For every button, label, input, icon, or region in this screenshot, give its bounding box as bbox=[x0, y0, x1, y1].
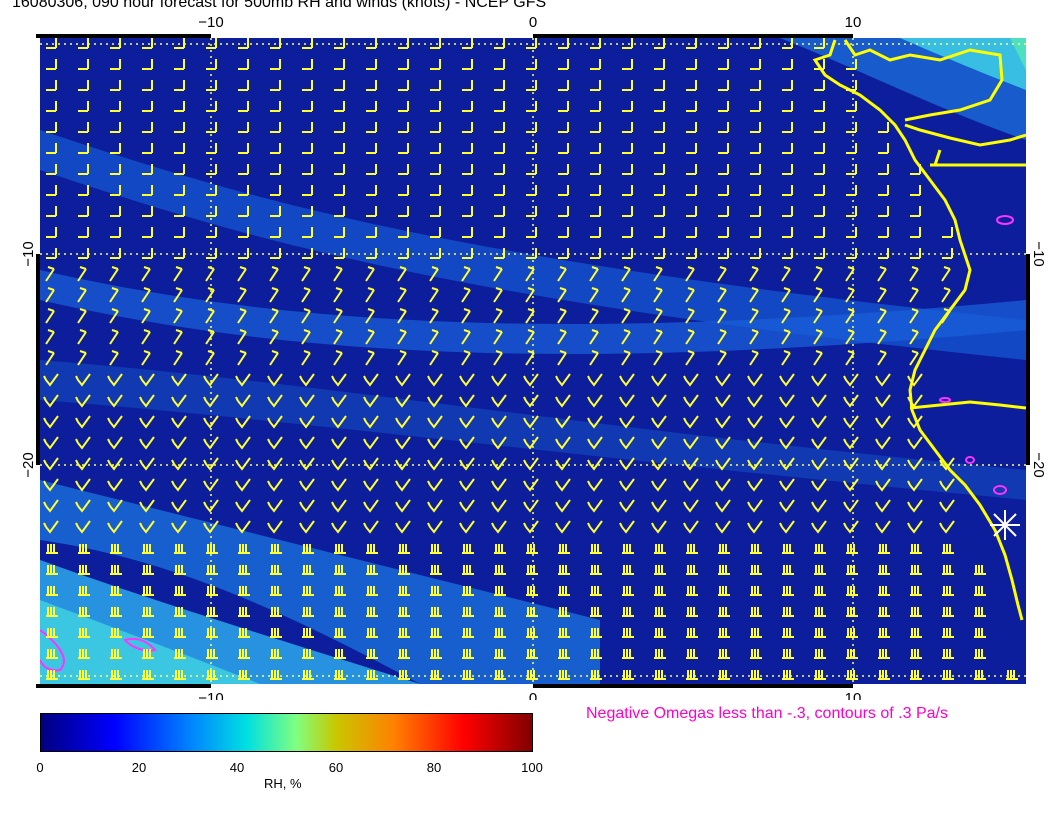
omega-annotation: Negative Omegas less than -.3, contours … bbox=[586, 705, 948, 722]
lon-tick-top-2: 0 bbox=[529, 14, 537, 31]
lon-tick-bottom-1: −10 bbox=[198, 690, 223, 700]
colorbar-tick-20: 20 bbox=[131, 760, 147, 775]
lat-tick-right-2: −20 bbox=[1030, 452, 1047, 477]
colorbar-tick-100: 100 bbox=[521, 760, 543, 775]
lon-tick-bottom-3: 10 bbox=[845, 690, 862, 700]
map-figure: −10 0 10 −10 0 10 −10 −20 −10 −20 bbox=[0, 0, 1056, 707]
map-svg: −10 0 10 −10 0 10 −10 −20 −10 −20 bbox=[20, 14, 1047, 707]
lon-tick-top-3: 10 bbox=[845, 14, 862, 31]
lon-tick-bottom-2: 0 bbox=[529, 690, 537, 700]
colorbar-label: RH, % bbox=[264, 776, 302, 791]
star-cross-icon bbox=[990, 510, 1020, 540]
lon-tick-top-1: −10 bbox=[198, 14, 223, 31]
colorbar-tick-60: 60 bbox=[328, 760, 344, 775]
rh-field bbox=[40, 38, 1026, 684]
lat-tick-left-2: −20 bbox=[20, 452, 37, 477]
colorbar-tick-80: 80 bbox=[426, 760, 442, 775]
colorbar-tick-0: 0 bbox=[36, 760, 44, 775]
lat-tick-left-1: −10 bbox=[20, 241, 37, 266]
colorbar-tick-40: 40 bbox=[229, 760, 245, 775]
rh-colorbar bbox=[40, 713, 533, 752]
lat-tick-right-1: −10 bbox=[1030, 241, 1047, 266]
